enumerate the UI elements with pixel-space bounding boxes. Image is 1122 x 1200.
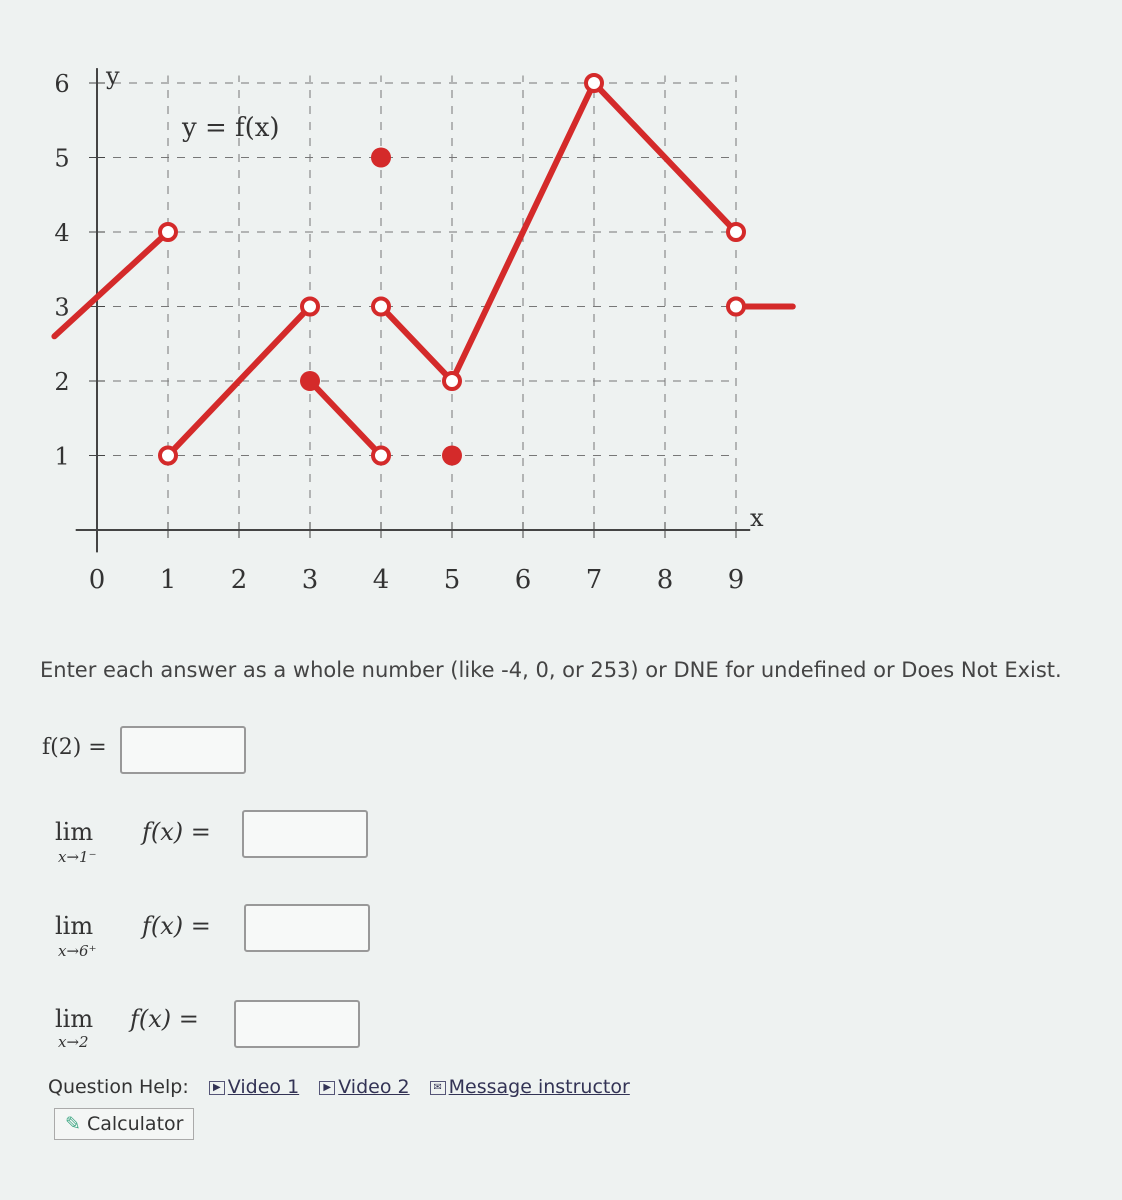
calculator-button[interactable]: ✎ Calculator (54, 1108, 195, 1140)
x-axis-label: x (750, 504, 764, 532)
graph-segment (378, 303, 455, 384)
x-tick-label: 6 (515, 565, 532, 595)
lim-2-input[interactable] (234, 1000, 360, 1048)
open-point (158, 222, 178, 242)
x-tick-label: 1 (160, 565, 177, 595)
open-point (371, 445, 391, 466)
x-tick-label: 8 (657, 565, 674, 595)
graph-title: y = f(x) (181, 113, 280, 143)
y-tick-label: 2 (54, 368, 69, 396)
function-graph: 0 1 2 3 4 5 6 7 8 9 1 2 3 4 5 6 x y y = f(x) (51, 62, 796, 595)
play-icon: ▶ (208, 1080, 225, 1095)
x-tick-label: 9 (728, 565, 745, 595)
y-tick-label: 1 (54, 443, 69, 471)
graph-segment (51, 229, 171, 340)
q4-expr: f(x) = (130, 1005, 199, 1033)
x-tick-label: 5 (444, 565, 461, 595)
x-tick-label: 2 (231, 565, 248, 595)
y-tick-label: 4 (54, 219, 69, 247)
pencil-icon: ✎ (65, 1113, 81, 1135)
video-2-link[interactable]: ▶ Video 2 (319, 1076, 410, 1098)
instructions: Enter each answer as a whole number (lik… (40, 658, 1062, 682)
x-tick-label: 7 (586, 565, 603, 595)
open-point (442, 371, 462, 391)
open-point (371, 296, 391, 317)
x-tick-label: 4 (373, 565, 390, 595)
x-tick-label: 3 (302, 565, 319, 595)
help-label: Question Help: (48, 1076, 189, 1098)
q4-lim: lim (55, 1005, 94, 1033)
message-instructor-link[interactable]: ✉ Message instructor (429, 1076, 630, 1098)
closed-point (300, 371, 320, 391)
q2-expr: f(x) = (142, 818, 211, 846)
envelope-icon: ✉ (429, 1080, 446, 1095)
lim-1-minus-input[interactable] (242, 810, 368, 858)
open-point (726, 222, 746, 242)
closed-point (371, 147, 391, 168)
y-tick-label: 5 (54, 145, 69, 173)
play-icon: ▶ (319, 1080, 336, 1095)
message-label: Message instructor (448, 1076, 630, 1098)
video-1-link[interactable]: ▶ Video 1 (208, 1076, 300, 1098)
f2-input[interactable] (120, 726, 246, 774)
video-2-label: Video 2 (338, 1076, 410, 1098)
graph-segment (307, 378, 384, 459)
q3-expr: f(x) = (142, 912, 211, 940)
y-axis-label: y (105, 62, 120, 90)
open-point (726, 296, 746, 317)
q1-label: f(2) = (42, 735, 107, 760)
closed-point (442, 445, 462, 466)
open-point (584, 73, 604, 93)
q4-sub: x→2 (58, 1033, 89, 1051)
open-point (158, 445, 178, 466)
y-tick-label: 6 (54, 70, 69, 98)
lim-6-plus-input[interactable] (244, 904, 370, 952)
x-tick-label: 0 (89, 565, 106, 595)
q2-lim: lim (55, 818, 94, 846)
video-1-label: Video 1 (227, 1076, 300, 1098)
calculator-label: Calculator (86, 1113, 184, 1135)
question-help: Question Help: ▶ Video 1 ▶ Video 2 ✉ Messag… (48, 1076, 630, 1098)
q3-sub: x→6⁺ (58, 942, 97, 960)
q2-sub: x→1⁻ (58, 848, 97, 866)
open-point (300, 296, 320, 317)
q3-lim: lim (55, 912, 94, 940)
y-tick-label: 3 (54, 294, 69, 322)
